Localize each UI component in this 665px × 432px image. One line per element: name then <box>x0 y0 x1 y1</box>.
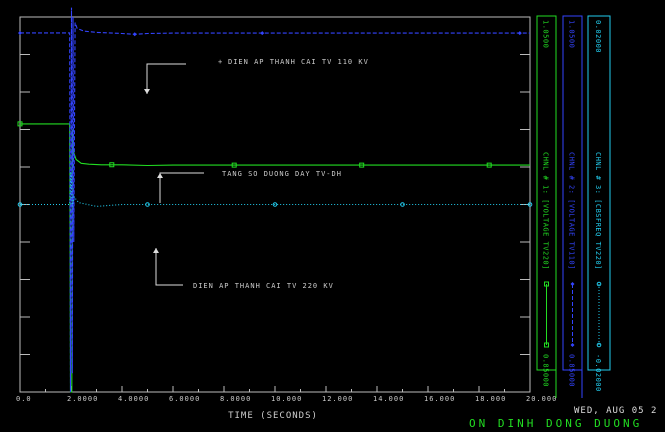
channel-axis-top-3: 0.02000 <box>594 20 602 53</box>
legend-marker-2 <box>570 282 575 286</box>
footer-date: WED, AUG 05 2 <box>574 406 657 416</box>
annotation-frequency-label: TANG SO DUONG DAY TV-DH <box>222 170 342 178</box>
channel-label-1: CHNL # 1: [VOLTAGE TV220] <box>542 152 550 270</box>
x-tick-label: 2.0000 <box>67 395 98 403</box>
footer-title: ON DINH DONG DUONG <box>469 417 642 430</box>
channel-label-3: CHNL # 3: [CBSFREQ TV220] <box>594 152 602 270</box>
channel-axis-top-2: 1.0500 <box>568 20 576 48</box>
x-tick-label: 18.000 <box>475 395 506 403</box>
channel-axes: 1.0500 CHNL # 1: [VOLTAGE TV220] 0.85000 1.… <box>536 15 611 398</box>
svg-text:+: + <box>218 58 222 66</box>
x-tick-label: 14.000 <box>373 395 404 403</box>
x-tick-label: 12.000 <box>322 395 353 403</box>
series-marker-2 <box>517 31 522 36</box>
channel-axis-bottom-2: 0.85000 <box>568 354 576 387</box>
annotation-220kv: DIEN AP THANH CAI TV 220 KV <box>153 248 334 290</box>
annotation-110kv: DIEN AP THANH CAI TV 110 KV + <box>144 58 369 94</box>
chart: 0.0 2.0000 4.0000 6.0000 8.0000 10.000 12.000 1… <box>16 7 657 430</box>
x-tick-label: 16.000 <box>424 395 455 403</box>
x-tick-label: 20.000 <box>526 395 557 403</box>
series-marker-2 <box>18 30 22 35</box>
x-tick-label: 8.0000 <box>220 395 251 403</box>
annotation-frequency: TANG SO DUONG DAY TV-DH <box>157 170 342 203</box>
channel-axis-top-1: 1.0500 <box>542 20 550 48</box>
x-tick-label: 10.000 <box>271 395 302 403</box>
x-axis-label: TIME (SECONDS) <box>228 411 318 421</box>
channel-axis-bottom-3: -0.02000 <box>594 354 602 392</box>
x-tick-label: 4.0000 <box>118 395 149 403</box>
x-tick-labels: 0.0 2.0000 4.0000 6.0000 8.0000 10.000 12.000 1… <box>16 395 557 403</box>
series-line-1 <box>20 123 530 393</box>
series-marker-2 <box>132 32 137 37</box>
legend-marker-2 <box>570 343 575 347</box>
annotation-110kv-label: DIEN AP THANH CAI TV 110 KV <box>228 58 369 66</box>
annotation-220kv-label: DIEN AP THANH CAI TV 220 KV <box>193 282 334 290</box>
channel-axis-bottom-1: 0.85000 <box>542 354 550 387</box>
channel-label-2: CHNL # 2: [VOLTAGE TV110] <box>568 152 576 270</box>
series-marker-2 <box>260 31 265 36</box>
x-tick-label: 0.0 <box>16 395 32 403</box>
x-tick-label: 6.0000 <box>169 395 200 403</box>
